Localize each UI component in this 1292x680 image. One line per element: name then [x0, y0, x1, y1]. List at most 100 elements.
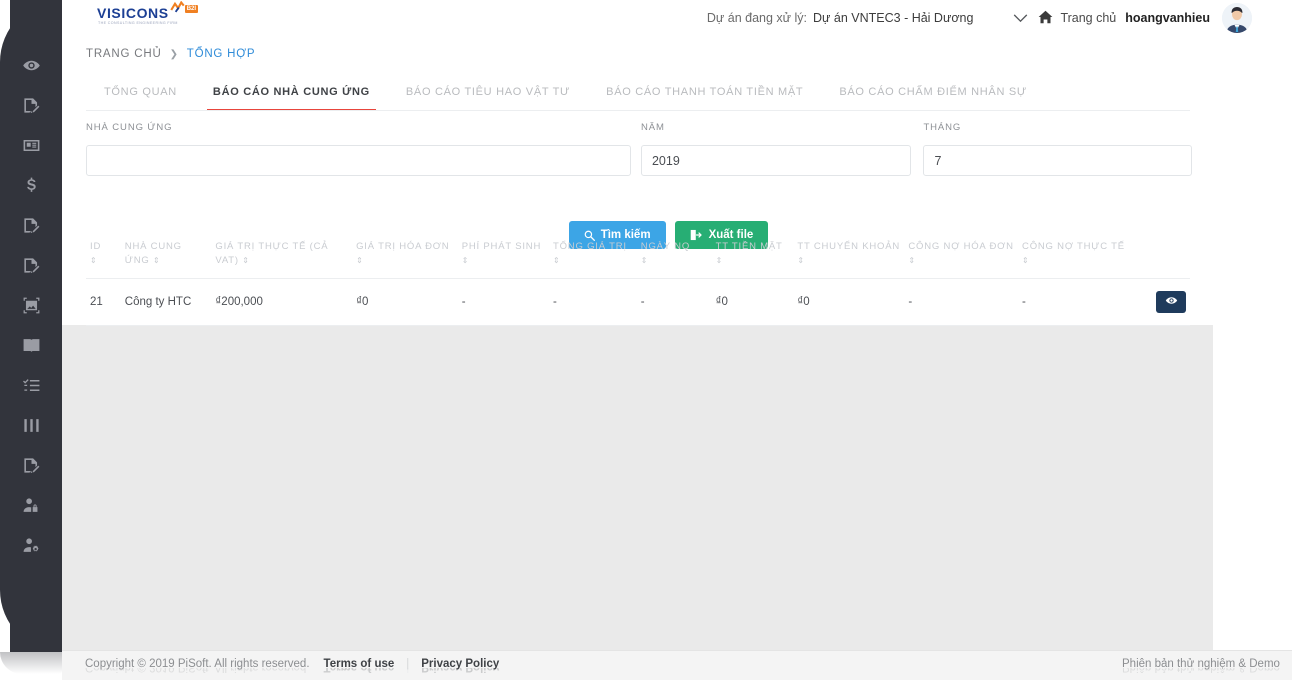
breadcrumb-separator-icon: ❯	[169, 48, 179, 60]
cell-supplier: Công ty HTC	[120, 278, 212, 326]
filter-row: NHÀ CUNG ỨNG NĂM THÁNG	[86, 122, 1192, 176]
document-edit-icon	[22, 96, 41, 115]
column-header-total-value[interactable]: TỔNG GIÁ TRỊ ⇕	[549, 232, 637, 279]
filter-year: NĂM	[640, 122, 912, 176]
filter-month: THÁNG	[923, 122, 1192, 176]
cell-total-value: -	[549, 278, 637, 326]
column-label-invoice-debt: CÔNG NỢ HÓA ĐƠN	[908, 241, 1014, 252]
avatar[interactable]	[1222, 3, 1252, 33]
supplier-report-table: ID ⇕ NHÀ CUNG ỨNG ⇕ GIÁ TRỊ THỰC TẾ (CẢ …	[86, 232, 1190, 326]
column-label-nq-date: NGÀY NQ	[640, 241, 691, 252]
column-header-invoice-value[interactable]: GIÁ TRỊ HÓA ĐƠN ⇕	[352, 232, 458, 279]
project-label: Dự án đang xử lý:	[706, 11, 808, 25]
logo-chevron-mark	[170, 0, 185, 19]
filter-year-label: NĂM	[640, 122, 665, 133]
cell-id: 21	[86, 278, 121, 326]
column-label-total-value: TỔNG GIÁ TRỊ	[553, 241, 627, 252]
footer-version-note: Phiên bản thử nghiệm & Demo	[1122, 658, 1280, 670]
brand-logo[interactable]: VISICONS THE CONSULTING ENGINEERING FIRM…	[97, 0, 199, 25]
column-header-invoice-debt[interactable]: CÔNG NỢ HÓA ĐƠN ⇕	[904, 232, 1019, 279]
logo-text: VISICONS	[97, 5, 169, 21]
filter-supplier: NHÀ CUNG ỨNG	[86, 122, 631, 176]
top-bar-right-cluster: Dự án đang xử lý: Dự án VNTEC3 - Hải Dươ…	[707, 0, 1210, 36]
cell-bank-payment: ₫0	[793, 278, 905, 326]
main-content-card: TRANG CHỦ ❯ TỔNG HỢP TỔNG QUAN BÁO CÁO N…	[62, 36, 1213, 326]
footer-privacy-link[interactable]: Privacy Policy	[421, 658, 499, 670]
sort-icon: ⇕	[153, 256, 161, 265]
column-header-extra-fee[interactable]: PHÍ PHÁT SINH ⇕	[457, 232, 550, 279]
sidebar-item-report-4[interactable]	[0, 445, 62, 485]
tab-bao-cao-tieu-hao-vat-tu[interactable]: BÁO CÁO TIÊU HAO VẬT TƯ	[388, 80, 588, 111]
image-frame-icon	[22, 296, 41, 315]
cell-extra-fee: -	[457, 278, 550, 326]
tab-bar-divider	[86, 110, 1190, 111]
sort-icon: ⇕	[90, 256, 98, 265]
sidebar-item-finance[interactable]	[0, 165, 62, 205]
column-label-real-value: GIÁ TRỊ THỰC TẾ (CẢ VAT)	[215, 241, 329, 266]
sidebar-item-report-3[interactable]	[0, 245, 62, 285]
filter-supplier-label: NHÀ CUNG ỨNG	[86, 122, 173, 133]
month-input[interactable]	[923, 145, 1192, 176]
column-header-id[interactable]: ID ⇕	[86, 232, 121, 279]
tab-bao-cao-thanh-toan-tien-mat[interactable]: BÁO CÁO THANH TOÁN TIỀN MẶT	[588, 80, 821, 111]
tab-bao-cao-nha-cung-ung[interactable]: BÁO CÁO NHÀ CUNG ỨNG	[195, 80, 388, 111]
sort-icon: ⇕	[242, 256, 250, 265]
column-header-bank-payment[interactable]: TT CHUYỂN KHOẢN ⇕	[793, 232, 905, 279]
column-header-supplier[interactable]: NHÀ CUNG ỨNG ⇕	[120, 232, 212, 279]
application-root: VISICONS THE CONSULTING ENGINEERING FIRM…	[0, 0, 1292, 680]
user-name[interactable]: hoangvanhieu	[1125, 11, 1210, 25]
user-lock-icon	[22, 496, 41, 515]
cell-invoice-value: ₫0	[352, 278, 458, 326]
sort-icon: ⇕	[797, 256, 805, 265]
breadcrumb: TRANG CHỦ ❯ TỔNG HỢP	[86, 48, 255, 60]
user-gear-icon	[22, 536, 41, 555]
tab-bar: TỔNG QUAN BÁO CÁO NHÀ CUNG ỨNG BÁO CÁO T…	[86, 80, 1186, 111]
tab-bao-cao-cham-diem-nhan-su[interactable]: BÁO CÁO CHẤM ĐIỂM NHÂN SỰ	[821, 80, 1045, 111]
table-header: ID ⇕ NHÀ CUNG ỨNG ⇕ GIÁ TRỊ THỰC TẾ (CẢ …	[86, 232, 1190, 279]
sidebar-item-tasks[interactable]	[0, 365, 62, 405]
sidebar-item-report-2[interactable]	[0, 205, 62, 245]
column-header-actions	[1131, 232, 1190, 279]
column-label-id: ID	[90, 241, 102, 252]
sidebar-reflection	[0, 652, 62, 674]
year-input[interactable]	[640, 145, 912, 176]
breadcrumb-current: TỔNG HỢP	[186, 48, 256, 60]
sidebar-item-permissions[interactable]	[0, 485, 62, 525]
sidebar-item-library[interactable]	[0, 325, 62, 365]
sidebar-item-id-card[interactable]	[0, 125, 62, 165]
column-header-cash-payment[interactable]: TT TIỀN MẶT ⇕	[711, 232, 794, 279]
tab-tong-quan[interactable]: TỔNG QUAN	[86, 80, 195, 111]
footer-terms-link[interactable]: Terms of use	[324, 658, 395, 670]
breadcrumb-home[interactable]: TRANG CHỦ	[86, 48, 162, 60]
home-icon[interactable]	[1038, 10, 1053, 27]
top-bar: VISICONS THE CONSULTING ENGINEERING FIRM…	[62, 0, 1292, 36]
eye-icon	[1165, 294, 1178, 310]
column-label-extra-fee: PHÍ PHÁT SINH	[461, 241, 542, 252]
sidebar-item-statistics[interactable]	[0, 405, 62, 445]
sidebar-item-report-1[interactable]	[0, 85, 62, 125]
sidebar-navigation	[0, 0, 62, 652]
supplier-input[interactable]	[86, 145, 631, 176]
column-header-real-debt[interactable]: CÔNG NỢ THỰC TẾ ⇕	[1018, 232, 1132, 279]
project-name: Dự án VNTEC3 - Hải Dương	[813, 11, 974, 25]
sidebar-item-drawings[interactable]	[0, 285, 62, 325]
dollar-icon	[22, 176, 41, 195]
book-icon	[22, 336, 41, 355]
column-label-invoice-value: GIÁ TRỊ HÓA ĐƠN	[356, 241, 450, 252]
cell-nq-date: -	[636, 278, 712, 326]
table-row[interactable]: 21 Công ty HTC ₫200,000 ₫0 - - - ₫0 ₫0 -…	[86, 278, 1190, 326]
page-empty-area	[62, 325, 1213, 650]
column-label-cash-payment: TT TIỀN MẶT	[715, 241, 783, 252]
table-body: 21 Công ty HTC ₫200,000 ₫0 - - - ₫0 ₫0 -…	[86, 278, 1190, 326]
sidebar-item-overview[interactable]	[0, 45, 62, 85]
home-link[interactable]: Trang chủ	[1060, 11, 1116, 25]
sort-icon: ⇕	[908, 256, 916, 265]
footer-left-cluster: Copyright © 2019 PiSoft. All rights rese…	[85, 658, 499, 670]
column-header-real-value[interactable]: GIÁ TRỊ THỰC TẾ (CẢ VAT) ⇕	[211, 232, 353, 279]
view-detail-button[interactable]	[1156, 291, 1186, 313]
sidebar-item-user-settings[interactable]	[0, 525, 62, 565]
eye-icon	[22, 56, 41, 75]
sort-icon: ⇕	[715, 256, 724, 265]
column-header-nq-date[interactable]: NGÀY NQ ⇕	[636, 232, 712, 279]
chevron-down-icon[interactable]	[1013, 11, 1028, 26]
